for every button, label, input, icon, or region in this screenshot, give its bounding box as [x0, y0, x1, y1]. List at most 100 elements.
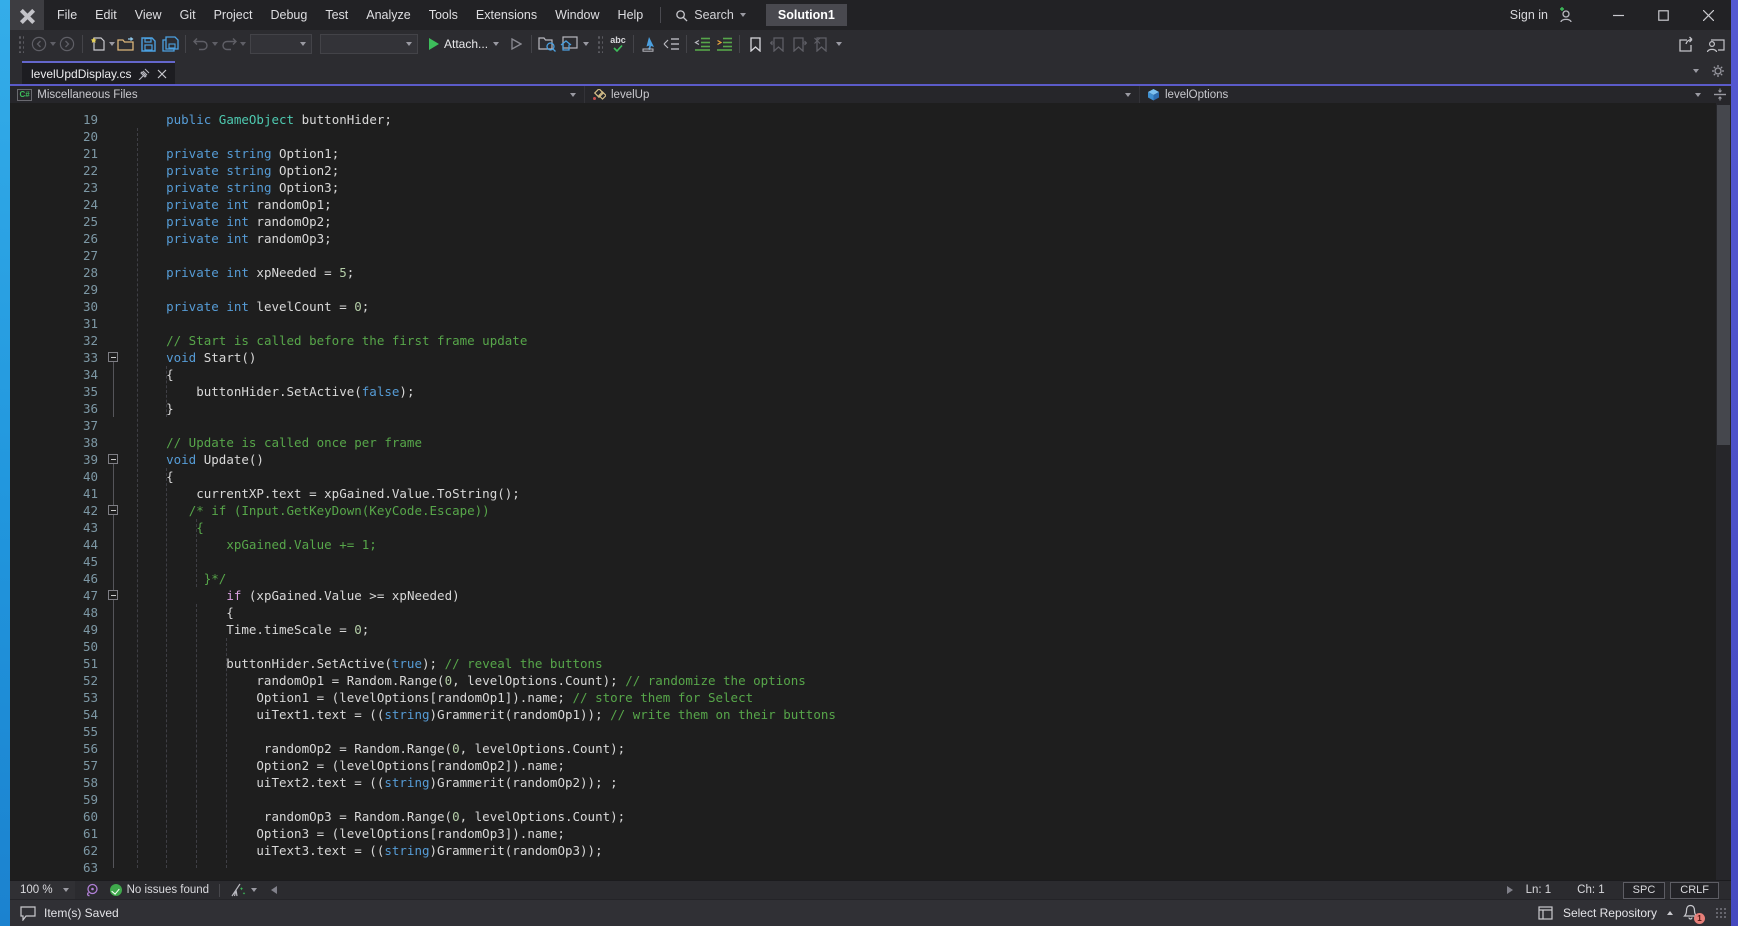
menu-item-help[interactable]: Help — [609, 0, 653, 30]
search-control[interactable]: Search — [669, 8, 752, 22]
sign-in-label[interactable]: Sign in — [1510, 8, 1548, 22]
code-line[interactable]: 27 — [10, 247, 1731, 264]
code-line[interactable]: 62 uiText3.text = ((string)Grammerit(ran… — [10, 842, 1731, 859]
code-line[interactable]: 20 — [10, 128, 1731, 145]
code-line[interactable]: 46 }*/ — [10, 570, 1731, 587]
toolbar-drag-handle[interactable] — [597, 35, 604, 53]
code-line[interactable]: 52 randomOp1 = Random.Range(0, levelOpti… — [10, 672, 1731, 689]
sign-in-account-icon[interactable] — [1556, 7, 1574, 23]
vertical-scrollbar[interactable] — [1716, 103, 1731, 880]
code-line[interactable]: 32 // Start is called before the first f… — [10, 332, 1731, 349]
live-share-button[interactable] — [1706, 36, 1725, 53]
configuration-dropdown[interactable] — [250, 34, 312, 54]
attach-button[interactable]: Attach... — [422, 32, 505, 56]
code-line[interactable]: 22 private string Option2; — [10, 162, 1731, 179]
visual-studio-logo-icon[interactable] — [10, 0, 44, 30]
menu-item-analyze[interactable]: Analyze — [357, 0, 419, 30]
bookmark-options-chevron-icon[interactable] — [836, 42, 843, 46]
menu-item-extensions[interactable]: Extensions — [467, 0, 546, 30]
code-line[interactable]: 61 Option3 = (levelOptions[randomOp3]).n… — [10, 825, 1731, 842]
menu-item-project[interactable]: Project — [205, 0, 262, 30]
share-button[interactable] — [1677, 36, 1696, 53]
save-all-button[interactable] — [159, 32, 181, 56]
code-line[interactable]: 44 xpGained.Value += 1; — [10, 536, 1731, 553]
code-line[interactable]: 56 randomOp2 = Random.Range(0, levelOpti… — [10, 740, 1731, 757]
code-line[interactable]: 53 Option1 = (levelOptions[randomOp1]).n… — [10, 689, 1731, 706]
code-line[interactable]: 63 — [10, 859, 1731, 876]
code-line[interactable]: 51 buttonHider.SetActive(true); // revea… — [10, 655, 1731, 672]
fold-collapse-box[interactable] — [108, 505, 118, 515]
code-line[interactable]: 25 private int randomOp2; — [10, 213, 1731, 230]
menu-item-git[interactable]: Git — [171, 0, 205, 30]
redo-chevron-icon[interactable] — [240, 42, 246, 46]
code-line[interactable]: 34 { — [10, 366, 1731, 383]
code-editor[interactable]: 19 public GameObject buttonHider; 20 21 pr… — [10, 103, 1731, 880]
redo-button[interactable] — [218, 32, 240, 56]
hscroll-left-arrow[interactable] — [271, 886, 278, 894]
toolbar-drag-handle[interactable] — [18, 35, 24, 53]
code-line[interactable]: 28 private int xpNeeded = 5; — [10, 264, 1731, 281]
code-line[interactable]: 29 — [10, 281, 1731, 298]
toolbar-options-chevron-icon[interactable] — [583, 42, 590, 46]
vertical-scrollbar-thumb[interactable] — [1717, 105, 1730, 445]
code-structure-button[interactable] — [660, 32, 682, 56]
code-line[interactable]: 38 // Update is called once per frame — [10, 434, 1731, 451]
solution-explorer-home-button[interactable] — [558, 32, 580, 56]
code-line[interactable]: 41 currentXP.text = xpGained.Value.ToStr… — [10, 485, 1731, 502]
code-line[interactable]: 50 — [10, 638, 1731, 655]
menu-item-edit[interactable]: Edit — [86, 0, 126, 30]
clear-bookmarks-button[interactable] — [810, 32, 832, 56]
next-bookmark-button[interactable] — [788, 32, 810, 56]
menu-item-tools[interactable]: Tools — [420, 0, 467, 30]
previous-bookmark-button[interactable] — [766, 32, 788, 56]
member-dropdown[interactable]: levelOptions — [1140, 86, 1731, 103]
split-window-icon[interactable] — [1713, 88, 1727, 101]
issues-status[interactable]: No issues found — [109, 884, 209, 896]
select-repository-label[interactable]: Select Repository — [1563, 906, 1657, 920]
save-button[interactable] — [137, 32, 159, 56]
code-line[interactable]: 19 public GameObject buttonHider; — [10, 111, 1731, 128]
menu-item-debug[interactable]: Debug — [261, 0, 316, 30]
line-ending-indicator[interactable]: CRLF — [1670, 881, 1719, 899]
toggle-bookmark-button[interactable] — [744, 32, 766, 56]
code-line[interactable]: 23 private string Option3; — [10, 179, 1731, 196]
navigate-back-button[interactable] — [28, 32, 50, 56]
platform-dropdown[interactable] — [320, 34, 418, 54]
zoom-dropdown[interactable]: 100 % — [10, 880, 75, 900]
code-line[interactable]: 43 { — [10, 519, 1731, 536]
code-line[interactable]: 33 void Start() — [10, 349, 1731, 366]
code-line[interactable]: 39 void Update() — [10, 451, 1731, 468]
code-line[interactable]: 35 buttonHider.SetActive(false); — [10, 383, 1731, 400]
code-line[interactable]: 47 if (xpGained.Value >= xpNeeded) — [10, 587, 1731, 604]
repository-chevron-up-icon[interactable] — [1667, 911, 1673, 915]
new-file-button[interactable] — [87, 32, 109, 56]
start-without-debugging-button[interactable] — [505, 32, 527, 56]
code-line[interactable]: 49 Time.timeScale = 0; — [10, 621, 1731, 638]
fold-collapse-box[interactable] — [108, 454, 118, 464]
navigate-to-cursor-button[interactable] — [638, 32, 660, 56]
code-line[interactable]: 57 Option2 = (levelOptions[randomOp2]).n… — [10, 757, 1731, 774]
type-dropdown[interactable]: levelUp — [585, 86, 1140, 103]
code-line[interactable]: 59 — [10, 791, 1731, 808]
document-health-indicator[interactable] — [85, 883, 100, 897]
menu-item-test[interactable]: Test — [316, 0, 357, 30]
code-line[interactable]: 37 — [10, 417, 1731, 434]
resize-grip[interactable] — [1715, 907, 1727, 919]
code-line[interactable]: 55 — [10, 723, 1731, 740]
code-line[interactable]: 42 /* if (Input.GetKeyDown(KeyCode.Escap… — [10, 502, 1731, 519]
tab-list-chevron-icon[interactable] — [1693, 69, 1699, 73]
code-line[interactable]: 36 } — [10, 400, 1731, 417]
close-window-button[interactable] — [1686, 0, 1731, 30]
fold-collapse-box[interactable] — [108, 352, 118, 362]
code-line[interactable]: 40 { — [10, 468, 1731, 485]
menu-item-file[interactable]: File — [48, 0, 86, 30]
project-scope-dropdown[interactable]: C# Miscellaneous Files — [10, 86, 585, 103]
code-line[interactable]: 31 — [10, 315, 1731, 332]
notifications-button[interactable]: 1 — [1683, 904, 1705, 924]
menu-item-view[interactable]: View — [126, 0, 171, 30]
navigate-forward-button[interactable] — [56, 32, 78, 56]
find-in-files-button[interactable] — [536, 32, 558, 56]
code-line[interactable]: 54 uiText1.text = ((string)Grammerit(ran… — [10, 706, 1731, 723]
code-line[interactable]: 58 uiText2.text = ((string)Grammerit(ran… — [10, 774, 1731, 791]
code-line[interactable]: 48 { — [10, 604, 1731, 621]
